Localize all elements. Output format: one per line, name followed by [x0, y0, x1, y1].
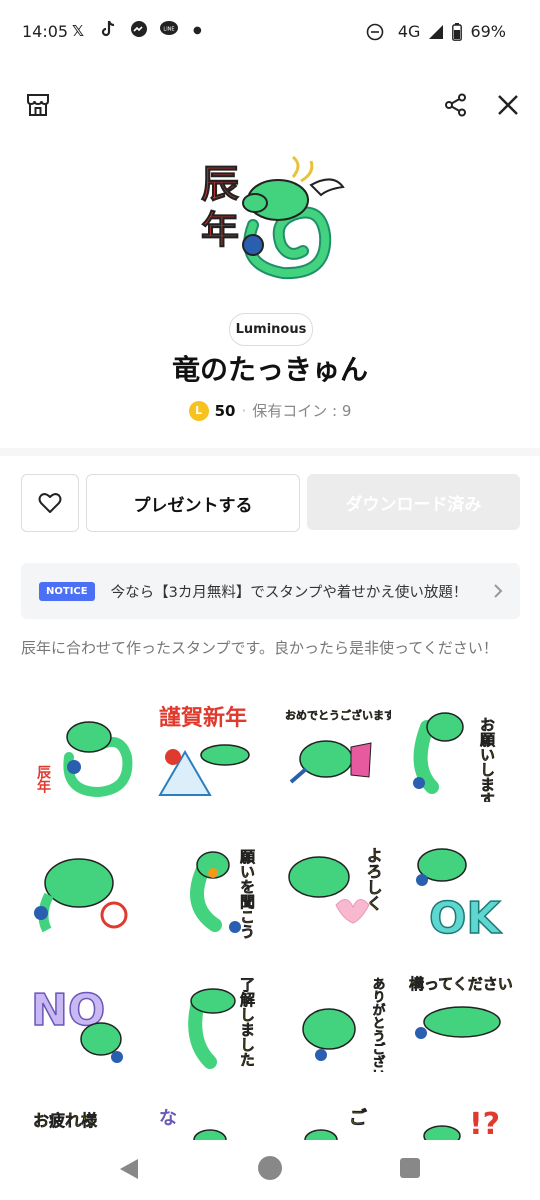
sticker-3[interactable]: おめでとうございます — [281, 697, 395, 802]
sticker-7-text: よろしく — [364, 847, 383, 911]
sticker-16-text: !? — [469, 1107, 500, 1140]
share-icon[interactable] — [436, 85, 476, 125]
author-chip[interactable]: Luminous — [229, 313, 313, 346]
sticker-1[interactable]: 辰年 — [29, 697, 139, 802]
download-button: ダウンロード済み — [307, 474, 520, 530]
sticker-14[interactable]: な — [155, 1100, 265, 1140]
section-divider — [0, 448, 540, 456]
notice-badge: NOTICE — [39, 581, 95, 601]
owned-coins: 保有コイン : 9 — [252, 402, 352, 420]
dnd-icon — [366, 23, 384, 40]
gift-button[interactable]: プレゼントする — [86, 474, 300, 532]
x-icon: 𝕏 — [72, 22, 85, 40]
battery-icon — [452, 22, 463, 41]
sticker-13[interactable]: お疲れ様 — [29, 1100, 139, 1140]
sticker-7[interactable]: よろしく — [281, 835, 391, 940]
favorite-button[interactable] — [21, 474, 79, 532]
line-icon: LINE — [159, 20, 179, 44]
sticker-2[interactable]: 謹賀新年 — [155, 697, 265, 802]
battery-label: 69% — [470, 22, 506, 41]
sticker-11-text: ありがとうございます — [370, 977, 386, 1072]
sticker-grid: 辰年 謹賀新年 おめでとうございます お願いします 願いを聞こう よろしく OK… — [21, 695, 521, 1140]
sticker-12[interactable]: 構ってください — [407, 967, 517, 1072]
sticker-10-text: 了解しました — [238, 977, 256, 1067]
sticker-6-text: 願いを聞こう — [238, 849, 256, 939]
sticker-11[interactable]: ありがとうございます — [281, 967, 391, 1108]
sticker-8-text: OK — [429, 893, 502, 940]
close-icon[interactable] — [488, 85, 528, 125]
messenger-icon — [130, 20, 148, 44]
price-value: 50 — [214, 401, 236, 420]
recents-icon[interactable] — [400, 1158, 420, 1178]
sticker-4[interactable]: お願いします — [407, 697, 517, 807]
notice-text: 今なら【3カ月無料】でスタンプや着せかえ使い放題！ — [110, 584, 468, 601]
dot-icon: ● — [193, 25, 202, 36]
back-icon[interactable] — [118, 1157, 140, 1181]
pack-description: 辰年に合わせて作ったスタンプです。良かったら是非使ってください！ — [21, 639, 498, 657]
signal-icon — [429, 24, 444, 39]
notice-banner[interactable]: NOTICE 今なら【3カ月無料】でスタンプや着せかえ使い放題！ — [21, 563, 520, 619]
sticker-10[interactable]: 了解しました — [155, 967, 265, 1072]
sticker-3-text: おめでとうございます — [285, 708, 391, 722]
coin-icon: L — [188, 400, 209, 421]
pack-title: 竜のたっきゅん — [171, 353, 368, 386]
sticker-15-text: ご — [349, 1107, 367, 1129]
svg-text:LINE: LINE — [163, 27, 174, 33]
sticker-15[interactable]: ご — [281, 1100, 391, 1140]
sticker-6[interactable]: 願いを聞こう — [155, 835, 265, 940]
status-bar: 14:05 𝕏 LINE ● 4G 69% — [0, 0, 540, 64]
sticker-14-text: な — [159, 1108, 177, 1129]
network-label: 4G — [397, 22, 421, 41]
sticker-13-text: お疲れ様 — [33, 1111, 98, 1130]
sticker-9[interactable]: NO — [29, 967, 139, 1072]
main-sticker-image: 辰 年 — [193, 155, 353, 285]
heart-icon — [38, 493, 62, 513]
hero-char-2: 年 — [201, 208, 239, 252]
status-right: 4G 69% — [366, 22, 506, 41]
sticker-5[interactable] — [29, 835, 139, 940]
tiktok-icon — [100, 20, 116, 44]
status-time: 14:05 — [22, 22, 69, 41]
separator-dot: · — [241, 401, 247, 420]
price-row: L 50 · 保有コイン : 9 — [0, 400, 540, 421]
sticker-1-text: 辰年 — [35, 765, 51, 794]
top-bar — [0, 82, 540, 128]
sticker-12-text: 構ってください — [409, 975, 513, 993]
store-icon[interactable] — [18, 85, 58, 125]
home-icon[interactable] — [258, 1156, 282, 1180]
hero-char-1: 辰 — [201, 162, 239, 206]
sticker-8[interactable]: OK — [407, 835, 517, 945]
sticker-4-text: お願いします — [478, 717, 496, 802]
chevron-right-icon — [494, 584, 503, 598]
sticker-16[interactable]: !? — [407, 1100, 517, 1140]
sticker-2-text: 謹賀新年 — [159, 705, 247, 731]
